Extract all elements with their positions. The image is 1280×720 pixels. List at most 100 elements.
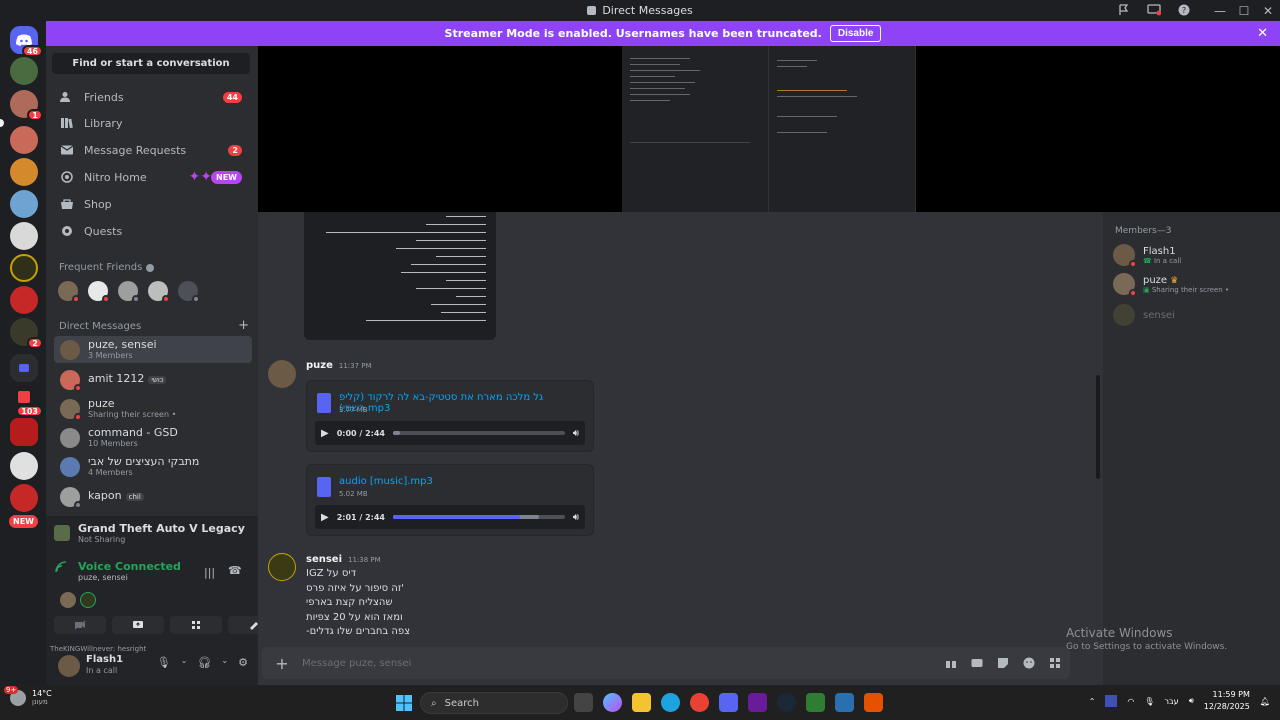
file-explorer-icon[interactable] xyxy=(632,693,651,712)
message-input[interactable] xyxy=(302,657,944,669)
server-icon[interactable] xyxy=(10,484,38,512)
activities-button[interactable] xyxy=(170,616,222,634)
home-button[interactable]: 46 xyxy=(10,26,43,57)
seek-bar[interactable] xyxy=(393,431,565,435)
member-item[interactable]: Flash1 ☎ In a call xyxy=(1113,244,1181,268)
server-icon[interactable] xyxy=(10,158,38,186)
audio-file-link[interactable]: audio [music].mp3 xyxy=(339,476,433,487)
avatar[interactable] xyxy=(148,281,170,303)
inbox-flag-icon[interactable] xyxy=(1116,2,1132,18)
headphones-icon[interactable]: 🎧︎ xyxy=(197,656,211,669)
noise-suppression-icon[interactable]: ||| xyxy=(204,566,215,579)
image-attachment[interactable] xyxy=(304,212,496,340)
seek-bar[interactable] xyxy=(393,515,565,519)
nav-quests[interactable]: Quests xyxy=(54,219,250,243)
language-indicator[interactable]: עבר xyxy=(1165,697,1179,706)
disable-streamer-mode-button[interactable]: Disable xyxy=(829,25,882,42)
chrome-icon[interactable] xyxy=(690,693,709,712)
microphone-icon[interactable]: 🎙︎ xyxy=(157,656,171,669)
gift-icon[interactable] xyxy=(944,656,958,670)
dm-item-group[interactable]: command - GSD 10 Members xyxy=(54,424,252,451)
minimize-button[interactable]: — xyxy=(1208,4,1232,18)
nzxt-icon[interactable] xyxy=(748,693,767,712)
close-banner-icon[interactable]: ✕ xyxy=(1257,26,1268,41)
attach-plus-icon[interactable]: + xyxy=(262,654,302,673)
wifi-icon[interactable]: ◠ xyxy=(1127,697,1134,706)
dm-item[interactable]: kapon chil xyxy=(54,483,252,510)
edge-icon[interactable] xyxy=(661,693,680,712)
sticker-icon[interactable] xyxy=(996,656,1010,670)
gif-icon[interactable] xyxy=(970,656,984,670)
discord-icon[interactable] xyxy=(719,693,738,712)
dm-item[interactable]: puze Sharing their screen • xyxy=(54,395,252,422)
settings-gear-icon[interactable]: ⚙ xyxy=(238,656,248,669)
volume-icon[interactable]: 🔊︎ xyxy=(1189,696,1194,706)
audio-file-link[interactable]: גל מלכה מארח את סטטיק-בא לה לרקוד (קליפ … xyxy=(339,392,593,414)
member-item-offline[interactable]: sensei xyxy=(1113,304,1175,326)
message-author[interactable]: puze 11:37 PM xyxy=(306,360,372,371)
voice-connected-label[interactable]: Voice Connected xyxy=(78,560,181,573)
server-icon[interactable] xyxy=(10,57,38,85)
chevron-down-icon[interactable]: ⌄ xyxy=(181,656,188,669)
screen-share-icon[interactable] xyxy=(1146,2,1162,18)
server-icon[interactable] xyxy=(10,418,38,446)
server-icon[interactable]: 2 xyxy=(10,318,43,349)
dm-item-group[interactable]: מתבקי העציצים של אבי 4 Members xyxy=(54,453,252,480)
add-dm-button[interactable]: + xyxy=(238,318,249,333)
camera-off-button[interactable] xyxy=(54,616,106,634)
author-avatar[interactable] xyxy=(268,553,296,581)
emoji-icon[interactable] xyxy=(1022,656,1036,670)
disconnect-icon[interactable]: ☎ xyxy=(228,564,242,577)
copilot-icon[interactable] xyxy=(603,693,622,712)
close-window-button[interactable]: ✕ xyxy=(1256,4,1280,18)
author-avatar[interactable] xyxy=(268,360,296,388)
message-author[interactable]: sensei 11:38 PM xyxy=(306,554,381,565)
apps-icon[interactable] xyxy=(1048,656,1062,670)
help-icon[interactable]: ? xyxy=(1176,2,1192,18)
nav-library[interactable]: Library xyxy=(54,111,250,135)
user-avatar[interactable] xyxy=(58,655,80,677)
volume-icon[interactable]: 🔊︎ xyxy=(573,512,579,523)
avatar[interactable] xyxy=(118,281,140,303)
avatar[interactable] xyxy=(88,281,110,303)
server-icon[interactable] xyxy=(10,126,38,154)
app-icon[interactable] xyxy=(864,693,883,712)
microphone-icon[interactable]: 🎙︎ xyxy=(1144,697,1154,706)
server-icon[interactable]: 1 xyxy=(10,90,43,121)
avatar[interactable] xyxy=(58,281,80,303)
chevron-down-icon[interactable]: ⌄ xyxy=(221,656,228,669)
play-icon[interactable]: ▶ xyxy=(321,428,329,439)
dm-item-group[interactable]: puze, sensei 3 Members xyxy=(54,336,252,363)
taskbar-search[interactable]: ⌕ Search xyxy=(420,692,568,714)
server-icon[interactable] xyxy=(10,222,38,250)
member-item[interactable]: puze ♛ ▣ Sharing their screen • xyxy=(1113,273,1229,297)
notepad-icon[interactable] xyxy=(835,693,854,712)
username[interactable]: Flash1 xyxy=(86,654,123,665)
folder-icon[interactable] xyxy=(10,354,38,382)
tray-app-icon[interactable] xyxy=(1105,695,1118,707)
server-icon[interactable] xyxy=(10,190,38,218)
dm-item[interactable]: amit 1212 כושי xyxy=(54,366,252,393)
windows-start-icon[interactable] xyxy=(396,695,412,714)
server-icon[interactable] xyxy=(10,286,38,314)
nav-friends[interactable]: Friends 44 xyxy=(54,85,250,109)
nav-message-requests[interactable]: Message Requests 2 xyxy=(54,138,250,162)
play-icon[interactable]: ▶ xyxy=(321,512,329,523)
maximize-button[interactable]: ☐ xyxy=(1232,4,1256,18)
notification-bell-icon[interactable]: 🔔︎ xyxy=(1260,697,1270,706)
volume-icon[interactable]: 🔊︎ xyxy=(573,428,579,439)
server-icon[interactable]: 103 xyxy=(10,386,43,417)
steam-icon[interactable] xyxy=(777,693,796,712)
chevron-up-icon[interactable]: ⌃ xyxy=(1089,697,1096,706)
screen-share-stream[interactable] xyxy=(258,46,1280,212)
nav-shop[interactable]: Shop xyxy=(54,192,250,216)
server-icon[interactable] xyxy=(10,254,38,282)
app-icon[interactable] xyxy=(806,693,825,712)
share-screen-button[interactable] xyxy=(112,616,164,634)
weather-widget[interactable]: 9+ 14°C מעונן xyxy=(4,685,52,706)
chat-scrollbar[interactable] xyxy=(1096,375,1100,479)
avatar[interactable] xyxy=(178,281,200,303)
task-view-icon[interactable] xyxy=(574,693,593,712)
nav-nitro-home[interactable]: Nitro Home ✦✦ NEW xyxy=(54,165,250,189)
server-icon[interactable] xyxy=(10,452,38,480)
